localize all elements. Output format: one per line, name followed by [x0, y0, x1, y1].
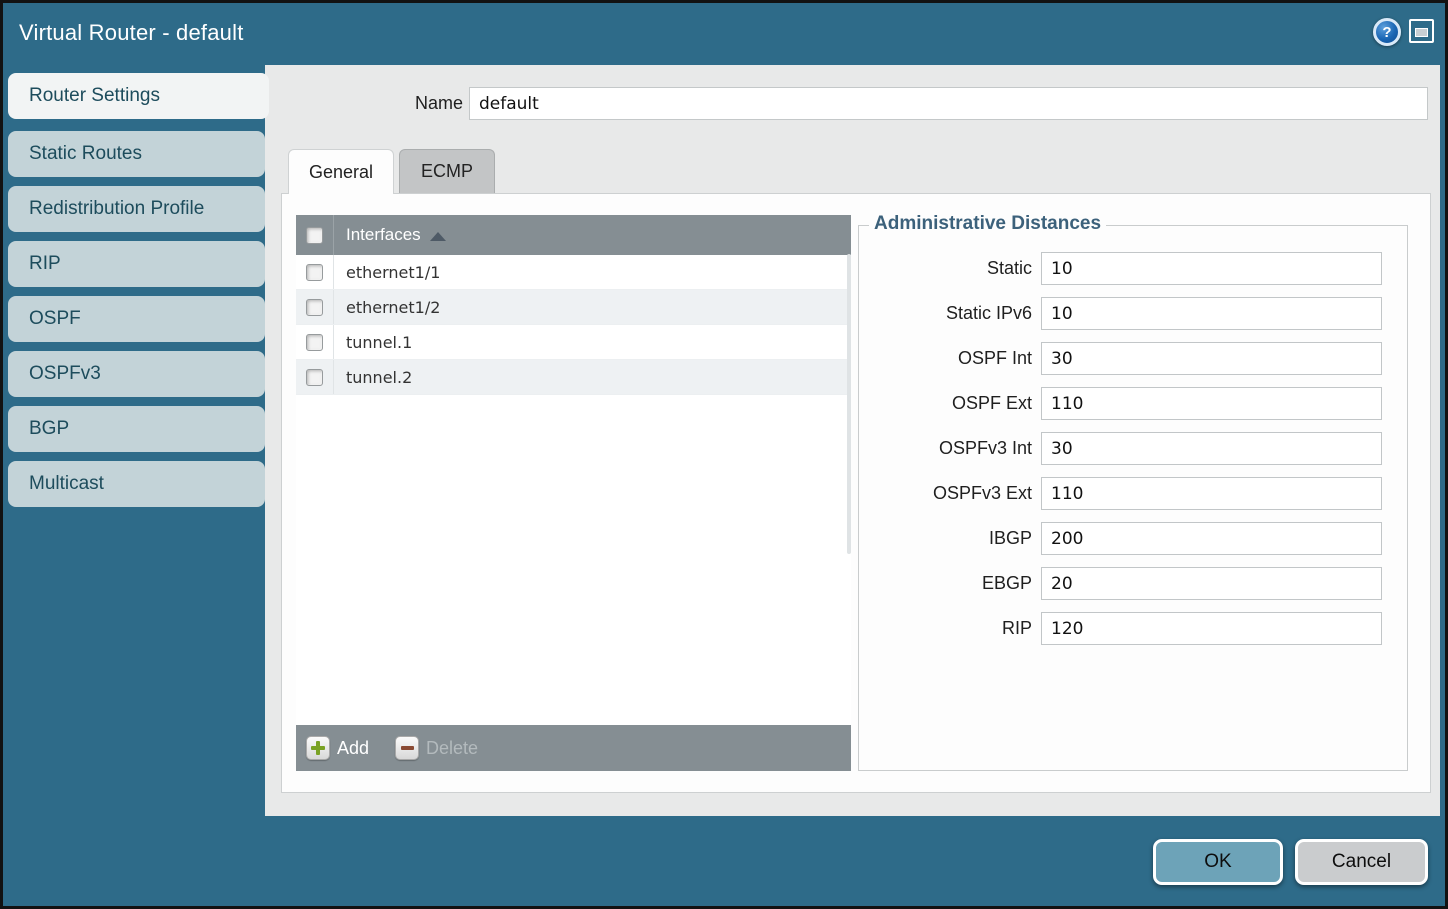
field-label: OSPFv3 Int — [859, 438, 1041, 459]
ospfv3-int-input[interactable] — [1041, 432, 1382, 465]
delete-button-label: Delete — [426, 738, 478, 759]
table-footer-toolbar: Add Delete — [296, 725, 851, 771]
cancel-button[interactable]: Cancel — [1295, 839, 1428, 885]
field-label: IBGP — [859, 528, 1041, 549]
table-row[interactable]: ethernet1/1 — [296, 255, 851, 290]
ebgp-input[interactable] — [1041, 567, 1382, 600]
row-checkbox[interactable] — [306, 264, 323, 281]
sidebar-item-static-routes[interactable]: Static Routes — [8, 131, 265, 177]
window-restore-icon-inner — [1415, 28, 1428, 37]
field-row-ospfv3-ext: OSPFv3 Ext — [859, 477, 1407, 510]
row-checkbox[interactable] — [306, 299, 323, 316]
fieldset-legend: Administrative Distances — [869, 213, 1106, 235]
sidebar-item-ospf[interactable]: OSPF — [8, 296, 265, 342]
ospfv3-ext-input[interactable] — [1041, 477, 1382, 510]
table-row[interactable]: tunnel.1 — [296, 325, 851, 360]
tab-label: ECMP — [421, 161, 473, 182]
delete-minus-icon — [395, 736, 419, 760]
interface-name: tunnel.2 — [346, 368, 412, 387]
sidebar-item-label: OSPF — [29, 308, 81, 330]
window-restore-icon[interactable] — [1409, 19, 1434, 43]
sidebar-item-bgp[interactable]: BGP — [8, 406, 265, 452]
ok-button[interactable]: OK — [1153, 839, 1283, 885]
field-label: RIP — [859, 618, 1041, 639]
tab-general[interactable]: General — [288, 149, 394, 194]
add-button[interactable]: Add — [306, 736, 369, 760]
sidebar-item-label: Router Settings — [29, 85, 160, 107]
sort-ascending-icon — [430, 232, 446, 241]
interface-name: tunnel.1 — [346, 333, 412, 352]
field-row-ebgp: EBGP — [859, 567, 1407, 600]
ibgp-input[interactable] — [1041, 522, 1382, 555]
add-button-label: Add — [337, 738, 369, 759]
interfaces-table: Interfaces ethernet1/1 ethernet1/2 tunne… — [296, 215, 851, 771]
administrative-distances-fieldset: Administrative Distances Static Static I… — [858, 225, 1408, 771]
static-ipv6-input[interactable] — [1041, 297, 1382, 330]
ospf-ext-input[interactable] — [1041, 387, 1382, 420]
interfaces-column-header: Interfaces — [346, 225, 421, 245]
row-checkbox-cell — [296, 325, 334, 359]
dialog-title: Virtual Router - default — [19, 20, 244, 46]
field-label: OSPFv3 Ext — [859, 483, 1041, 504]
sidebar-item-label: RIP — [29, 253, 61, 275]
field-row-ibgp: IBGP — [859, 522, 1407, 555]
ospf-int-input[interactable] — [1041, 342, 1382, 375]
ok-button-label: OK — [1204, 851, 1231, 873]
field-label: Static — [859, 258, 1041, 279]
row-checkbox-cell — [296, 290, 334, 324]
table-scrollbar[interactable] — [847, 254, 851, 554]
delete-button[interactable]: Delete — [395, 736, 478, 760]
table-row[interactable]: tunnel.2 — [296, 360, 851, 395]
sidebar-item-multicast[interactable]: Multicast — [8, 461, 265, 507]
select-all-checkbox[interactable] — [306, 227, 323, 244]
field-label: OSPF Ext — [859, 393, 1041, 414]
sidebar-item-label: Static Routes — [29, 143, 142, 165]
field-row-ospfv3-int: OSPFv3 Int — [859, 432, 1407, 465]
row-checkbox-cell — [296, 255, 334, 289]
sidebar-item-label: Multicast — [29, 473, 104, 495]
field-label: EBGP — [859, 573, 1041, 594]
field-label: OSPF Int — [859, 348, 1041, 369]
name-label: Name — [333, 93, 463, 114]
table-empty-area — [296, 395, 851, 725]
add-plus-icon — [306, 736, 330, 760]
help-icon[interactable]: ? — [1373, 18, 1401, 46]
field-row-ospf-ext: OSPF Ext — [859, 387, 1407, 420]
sidebar-item-rip[interactable]: RIP — [8, 241, 265, 287]
interface-name: ethernet1/1 — [346, 263, 440, 282]
interfaces-header-row[interactable]: Interfaces — [296, 215, 851, 255]
dialog-titlebar: Virtual Router - default ? — [3, 3, 1445, 62]
field-label: Static IPv6 — [859, 303, 1041, 324]
sidebar-item-label: OSPFv3 — [29, 363, 101, 385]
field-row-static-ipv6: Static IPv6 — [859, 297, 1407, 330]
field-row-ospf-int: OSPF Int — [859, 342, 1407, 375]
table-row[interactable]: ethernet1/2 — [296, 290, 851, 325]
interface-name: ethernet1/2 — [346, 298, 440, 317]
tab-ecmp[interactable]: ECMP — [399, 149, 495, 193]
field-row-static: Static — [859, 252, 1407, 285]
header-checkbox-cell — [296, 215, 334, 255]
sidebar-item-ospfv3[interactable]: OSPFv3 — [8, 351, 265, 397]
virtual-router-dialog: Virtual Router - default ? Router Settin… — [0, 0, 1448, 909]
sidebar-item-label: Redistribution Profile — [29, 198, 204, 220]
row-checkbox[interactable] — [306, 334, 323, 351]
row-checkbox[interactable] — [306, 369, 323, 386]
tab-label: General — [309, 162, 373, 183]
sidebar-item-router-settings[interactable]: Router Settings — [8, 73, 269, 119]
cancel-button-label: Cancel — [1332, 851, 1391, 873]
name-input[interactable] — [469, 87, 1428, 120]
row-checkbox-cell — [296, 360, 334, 394]
field-row-rip: RIP — [859, 612, 1407, 645]
sidebar-item-label: BGP — [29, 418, 69, 440]
static-input[interactable] — [1041, 252, 1382, 285]
rip-input[interactable] — [1041, 612, 1382, 645]
sidebar-item-redistribution-profile[interactable]: Redistribution Profile — [8, 186, 265, 232]
